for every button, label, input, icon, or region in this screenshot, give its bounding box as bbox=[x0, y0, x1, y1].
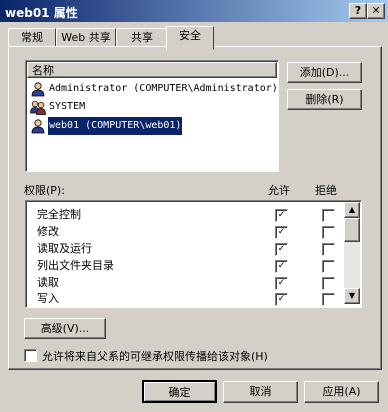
tab-web-sharing[interactable]: Web 共享 bbox=[56, 28, 116, 48]
deny-checkbox[interactable] bbox=[322, 277, 335, 290]
perm-row-read-execute: 读取及运行 ✓ bbox=[30, 240, 348, 257]
ok-button[interactable]: 确定 bbox=[142, 380, 217, 403]
perm-row-read: 读取 ✓ bbox=[30, 274, 348, 291]
perm-name: 读取及运行 bbox=[37, 242, 92, 255]
allow-checkbox[interactable]: ✓ bbox=[275, 277, 288, 290]
scroll-down-icon[interactable]: ▼ bbox=[344, 288, 360, 304]
deny-checkbox[interactable] bbox=[322, 209, 335, 222]
remove-button[interactable]: 删除(R) bbox=[287, 89, 362, 110]
user-icon bbox=[31, 82, 45, 97]
inherit-label: 允许将来自父系的可继承权限传播给该对象(H) bbox=[42, 350, 268, 363]
tab-general[interactable]: 常规 bbox=[8, 28, 56, 48]
allow-checkbox[interactable]: ✓ bbox=[275, 209, 288, 222]
permissions-label: 权限(P): bbox=[24, 184, 65, 197]
scroll-up-icon[interactable]: ▲ bbox=[344, 202, 360, 218]
allow-checkbox[interactable]: ✓ bbox=[275, 293, 288, 306]
window-title: web01 属性 bbox=[5, 6, 78, 20]
permissions-list: 完全控制 ✓ 修改 ✓ 读取及运行 ✓ 列出文件夹目录 ✓ 读取 ✓ 写入 ✓ … bbox=[25, 200, 362, 308]
tab-security[interactable]: 安全 bbox=[166, 26, 214, 50]
help-button[interactable]: ? bbox=[349, 3, 367, 19]
apply-button[interactable]: 应用(A) bbox=[304, 381, 379, 403]
advanced-button[interactable]: 高级(V)... bbox=[24, 318, 106, 339]
deny-checkbox[interactable] bbox=[322, 260, 335, 273]
perm-name: 修改 bbox=[37, 225, 59, 238]
user-row-system[interactable]: SYSTEM bbox=[29, 98, 275, 116]
allow-header: 允许 bbox=[268, 184, 290, 197]
scrollbar[interactable]: ▲ ▼ bbox=[344, 202, 360, 304]
perm-row-full-control: 完全控制 ✓ bbox=[30, 206, 348, 223]
inherit-checkbox[interactable] bbox=[24, 349, 37, 362]
perm-name: 列出文件夹目录 bbox=[37, 259, 114, 272]
list-header-name[interactable]: 名称 bbox=[27, 62, 277, 78]
user-row-web01[interactable]: web01 (COMPUTER\web01) bbox=[29, 116, 275, 136]
add-button[interactable]: 添加(D)... bbox=[287, 62, 362, 83]
user-list[interactable]: 名称 Administrator (COMPUTER\Administrator… bbox=[25, 60, 279, 172]
deny-checkbox[interactable] bbox=[322, 226, 335, 239]
tab-sharing[interactable]: 共享 bbox=[116, 28, 168, 48]
user-name: web01 (COMPUTER\web01) bbox=[46, 116, 184, 136]
user-icon bbox=[31, 119, 45, 134]
user-name: Administrator (COMPUTER\Administrator) bbox=[49, 83, 278, 94]
cancel-button[interactable]: 取消 bbox=[223, 381, 298, 403]
deny-checkbox[interactable] bbox=[322, 243, 335, 256]
perm-name: 写入 bbox=[37, 292, 59, 305]
user-row-administrator[interactable]: Administrator (COMPUTER\Administrator) bbox=[29, 80, 278, 98]
perm-row-write: 写入 ✓ bbox=[30, 290, 348, 307]
title-bar[interactable]: web01 属性 ? ✕ bbox=[0, 0, 388, 22]
perm-row-modify: 修改 ✓ bbox=[30, 223, 348, 240]
allow-checkbox[interactable]: ✓ bbox=[275, 226, 288, 239]
allow-checkbox[interactable]: ✓ bbox=[275, 260, 288, 273]
group-icon bbox=[30, 100, 46, 115]
deny-checkbox[interactable] bbox=[322, 293, 335, 306]
scroll-thumb[interactable] bbox=[344, 218, 360, 242]
deny-header: 拒绝 bbox=[315, 184, 337, 197]
user-name: SYSTEM bbox=[49, 101, 86, 112]
perm-row-list-folder: 列出文件夹目录 ✓ bbox=[30, 257, 348, 274]
perm-name: 完全控制 bbox=[37, 208, 81, 221]
allow-checkbox[interactable]: ✓ bbox=[275, 243, 288, 256]
perm-name: 读取 bbox=[37, 276, 59, 289]
close-button[interactable]: ✕ bbox=[367, 3, 385, 19]
